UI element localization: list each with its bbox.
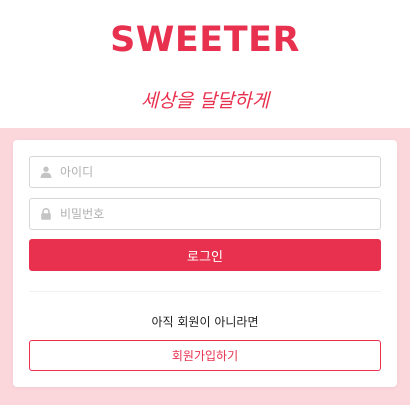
password-field[interactable]: [29, 198, 381, 230]
lock-icon: [41, 208, 51, 220]
signup-button[interactable]: 회원가입하기: [29, 340, 381, 371]
logo: SWEETER: [110, 20, 300, 60]
header-area: SWEETER 세상을 달달하게: [0, 0, 410, 128]
login-button[interactable]: 로그인: [29, 239, 381, 271]
signup-notice: 아직 회원이 아니라면: [151, 315, 259, 329]
id-input[interactable]: [60, 157, 370, 187]
id-field[interactable]: [29, 156, 381, 188]
user-icon: [40, 166, 52, 178]
login-card: 로그인 아직 회원이 아니라면 회원가입하기: [13, 140, 397, 387]
password-input[interactable]: [60, 199, 370, 229]
divider: [29, 291, 381, 292]
tagline: 세상을 달달하게: [140, 90, 270, 112]
